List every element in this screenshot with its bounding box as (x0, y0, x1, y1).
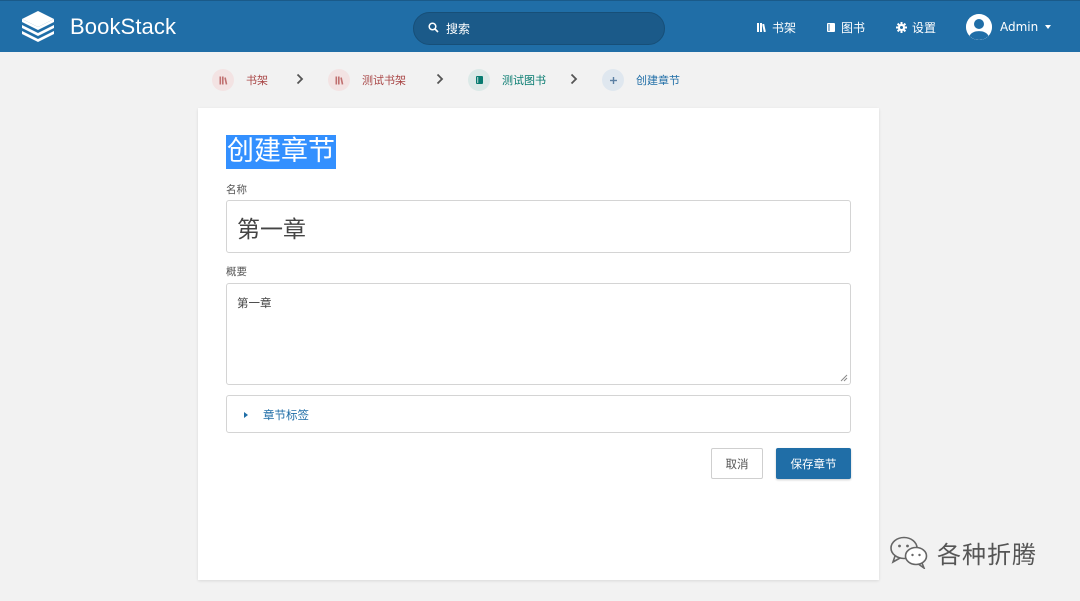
breadcrumb-label: 测试书架 (362, 74, 406, 87)
user-avatar-icon (966, 14, 992, 40)
cancel-button[interactable]: 取消 (711, 448, 763, 479)
shelf-icon (328, 69, 350, 91)
book-icon (468, 69, 490, 91)
wechat-watermark: 各种折腾 (889, 533, 1037, 571)
plus-icon (602, 69, 624, 91)
wechat-icon (890, 536, 928, 569)
user-name: Admin (1000, 20, 1039, 34)
chevron-right-icon (570, 73, 578, 85)
breadcrumb-test-book[interactable]: 测试图书 (468, 69, 546, 91)
chevron-right-icon (436, 73, 444, 85)
nav-books-label: 图书 (841, 20, 866, 35)
save-chapter-button[interactable]: 保存章节 (776, 448, 851, 479)
app-logo[interactable]: BookStack (20, 10, 176, 44)
nav-settings[interactable]: 设置 (896, 18, 936, 36)
top-header: BookStack 书架 图书 (0, 0, 1080, 52)
nav-books[interactable]: 图书 (826, 18, 865, 36)
page-title: 创建章节 (226, 135, 336, 169)
chapter-name-input[interactable] (226, 200, 851, 253)
nav-shelves[interactable]: 书架 (756, 18, 796, 36)
chapter-tags-label: 章节标签 (263, 408, 309, 422)
breadcrumb-label: 测试图书 (502, 74, 546, 87)
shelf-icon (757, 22, 766, 32)
search-icon (428, 22, 439, 33)
breadcrumb-label: 书架 (246, 74, 268, 87)
name-label: 名称 (226, 184, 247, 196)
avatar (966, 14, 992, 40)
book-icon (827, 22, 835, 32)
breadcrumb-create-chapter[interactable]: 创建章节 (602, 69, 680, 91)
nav-settings-label: 设置 (912, 20, 937, 35)
watermark-text: 各种折腾 (937, 540, 1037, 569)
breadcrumb-test-shelf[interactable]: 测试书架 (328, 69, 406, 91)
gear-icon (896, 21, 907, 33)
search-box (413, 12, 665, 45)
user-menu[interactable]: Admin (966, 13, 1052, 41)
chevron-down-icon (1045, 25, 1052, 29)
chapter-tags-toggle[interactable]: 章节标签 (226, 395, 851, 433)
chevron-right-icon (296, 73, 304, 85)
bookstack-logo-icon (22, 11, 54, 42)
search-input[interactable] (446, 13, 656, 44)
description-label: 概要 (226, 266, 247, 278)
breadcrumb-label: 创建章节 (636, 74, 680, 87)
breadcrumb-shelves[interactable]: 书架 (212, 69, 268, 91)
shelf-icon (212, 69, 234, 91)
resize-handle-icon[interactable] (840, 374, 848, 382)
chapter-description-input[interactable]: 第一章 (226, 283, 851, 385)
caret-right-icon (244, 412, 248, 418)
app-name: BookStack (70, 14, 177, 39)
nav-shelves-label: 书架 (772, 20, 797, 35)
